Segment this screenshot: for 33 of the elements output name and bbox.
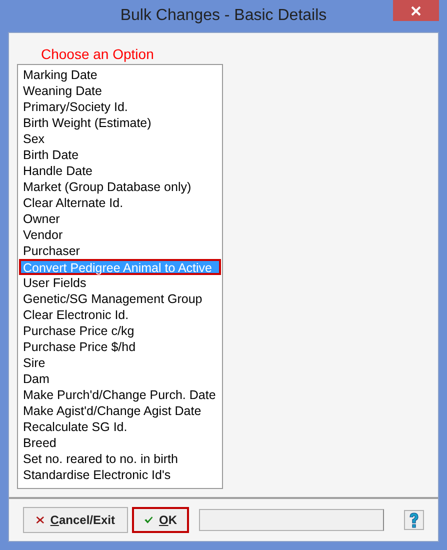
list-item[interactable]: Sire bbox=[19, 355, 221, 371]
close-button[interactable] bbox=[393, 0, 439, 21]
list-item[interactable]: Clear Alternate Id. bbox=[19, 195, 221, 211]
list-heading: Choose an Option bbox=[41, 46, 155, 62]
help-button[interactable] bbox=[404, 510, 424, 530]
list-item[interactable]: Make Purch'd/Change Purch. Date bbox=[19, 387, 221, 403]
list-item[interactable]: Dam bbox=[19, 371, 221, 387]
list-item[interactable]: Purchase Price $/hd bbox=[19, 339, 221, 355]
list-item[interactable]: Set no. reared to no. in birth bbox=[19, 451, 221, 467]
list-item[interactable]: Purchaser bbox=[19, 243, 221, 259]
list-item[interactable]: Birth Date bbox=[19, 147, 221, 163]
window-title: Bulk Changes - Basic Details bbox=[120, 6, 327, 26]
list-item[interactable]: Marking Date bbox=[19, 67, 221, 83]
ok-button[interactable]: OK bbox=[132, 507, 189, 533]
list-item[interactable]: Vendor bbox=[19, 227, 221, 243]
list-item[interactable]: Market (Group Database only) bbox=[19, 179, 221, 195]
cancel-button[interactable]: Cancel/Exit bbox=[23, 507, 128, 533]
list-item[interactable]: Weaning Date bbox=[19, 83, 221, 99]
list-item[interactable]: Sex bbox=[19, 131, 221, 147]
list-item[interactable]: Genetic/SG Management Group bbox=[19, 291, 221, 307]
close-icon bbox=[411, 6, 421, 16]
list-item[interactable]: Standardise Electronic Id's bbox=[19, 467, 221, 483]
list-item[interactable]: Clear Electronic Id. bbox=[19, 307, 221, 323]
list-item[interactable]: Breed bbox=[19, 435, 221, 451]
list-item[interactable]: Birth Weight (Estimate) bbox=[19, 115, 221, 131]
list-item[interactable]: Purchase Price c/kg bbox=[19, 323, 221, 339]
help-icon bbox=[408, 512, 420, 528]
list-item[interactable]: Recalculate SG Id. bbox=[19, 419, 221, 435]
list-item[interactable]: Owner bbox=[19, 211, 221, 227]
list-item[interactable]: Make Agist'd/Change Agist Date bbox=[19, 403, 221, 419]
list-item[interactable]: Primary/Society Id. bbox=[19, 99, 221, 115]
list-item[interactable]: Handle Date bbox=[19, 163, 221, 179]
list-item[interactable]: User Fields bbox=[19, 275, 221, 291]
